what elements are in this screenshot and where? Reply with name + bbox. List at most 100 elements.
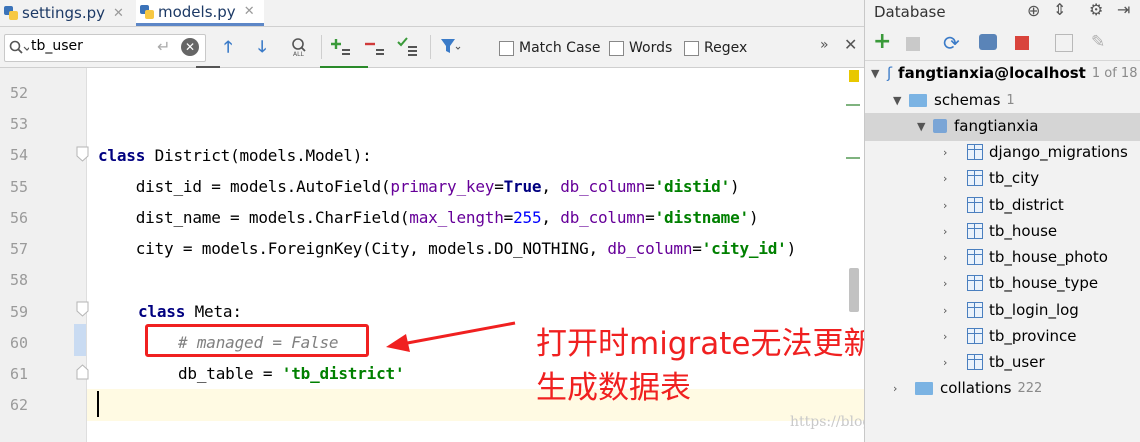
code-text: db_table = — [178, 364, 282, 383]
string-literal: 'distname' — [654, 208, 750, 227]
filter-icon[interactable] — [440, 38, 462, 56]
code-text: ) — [786, 239, 797, 258]
close-tab-icon[interactable]: ✕ — [244, 4, 255, 19]
param-name: db_column — [560, 208, 646, 227]
schemas-label: schemas — [934, 91, 1001, 109]
table-view-icon[interactable] — [1055, 34, 1073, 52]
table-name: tb_district — [989, 196, 1064, 214]
synchronize-schema-icon[interactable] — [979, 34, 997, 50]
clipped-code-fragment — [320, 66, 368, 68]
tree-schema-fangtianxia[interactable]: ▼ fangtianxia — [917, 117, 1039, 135]
table-name: tb_city — [989, 169, 1040, 187]
add-icon[interactable]: + — [873, 29, 891, 54]
table-name: tb_login_log — [989, 301, 1079, 319]
expand-arrow-icon[interactable]: › — [893, 382, 905, 395]
tree-schemas[interactable]: ▼ schemas 1 — [893, 91, 1015, 109]
clear-search-icon[interactable]: ✕ — [181, 38, 199, 56]
tree-table[interactable]: › tb_house — [943, 222, 1057, 240]
schemas-count: 1 — [1006, 92, 1015, 108]
remove-selection-icon[interactable] — [364, 37, 386, 57]
find-all-icon[interactable]: ALL — [290, 37, 310, 57]
line-number: 54 — [9, 146, 28, 164]
tree-collations[interactable]: › collations 222 — [893, 379, 1042, 397]
checkbox-box[interactable] — [499, 40, 514, 56]
stop-icon[interactable] — [1015, 36, 1029, 50]
code-text: = — [494, 177, 504, 196]
regex-label: Regex — [704, 40, 748, 56]
code-line-54: class District(models.Model): — [98, 146, 372, 165]
match-case-checkbox[interactable]: Match Case — [499, 40, 600, 56]
previous-occurrence-icon[interactable]: 🡑 — [224, 36, 232, 63]
refresh-icon[interactable]: ⟳ — [943, 31, 960, 55]
tree-table[interactable]: › tb_province — [943, 327, 1076, 345]
annotation-arrow — [386, 321, 516, 352]
tree-table[interactable]: › tb_district — [943, 196, 1064, 214]
regex-checkbox[interactable]: Regex — [684, 40, 747, 56]
expand-arrow-icon[interactable]: › — [943, 277, 955, 290]
checkbox-box[interactable] — [684, 40, 699, 56]
string-literal: 'tb_district' — [281, 364, 405, 383]
warning-marker[interactable] — [849, 70, 859, 82]
tree-datasource[interactable]: ▼ ʃ fangtianxia@localhost 1 of 18 — [871, 64, 1137, 82]
schema-name: fangtianxia — [954, 117, 1039, 135]
tab-models-py[interactable]: models.py ✕ — [136, 0, 264, 26]
table-icon — [967, 223, 983, 239]
close-find-icon[interactable]: ✕ — [844, 35, 857, 54]
search-input[interactable] — [31, 38, 141, 54]
expand-arrow-icon[interactable]: ▼ — [917, 120, 929, 133]
expand-arrow-icon[interactable]: › — [943, 330, 955, 343]
expand-arrow-icon[interactable]: › — [943, 146, 955, 159]
fold-end-icon[interactable] — [76, 364, 90, 380]
expand-arrow-icon[interactable]: › — [943, 304, 955, 317]
python-file-icon — [140, 4, 154, 19]
tab-settings-py[interactable]: settings.py ✕ — [0, 0, 132, 26]
collations-label: collations — [940, 379, 1012, 397]
scrollbar-thumb[interactable] — [849, 268, 859, 312]
more-options-icon[interactable]: » — [820, 37, 829, 53]
python-file-icon — [4, 6, 18, 20]
gear-icon[interactable]: ⚙ — [1089, 0, 1103, 19]
expand-arrow-icon[interactable]: › — [943, 172, 955, 185]
change-stripe[interactable] — [846, 104, 860, 106]
collapse-icon[interactable]: ⇕ — [1053, 0, 1066, 19]
code-text: ) — [730, 177, 740, 196]
checkbox-box[interactable] — [609, 40, 624, 56]
change-stripe[interactable] — [846, 157, 860, 159]
collations-count: 222 — [1017, 380, 1043, 396]
expand-arrow-icon[interactable]: › — [943, 225, 955, 238]
expand-arrow-icon[interactable]: › — [943, 356, 955, 369]
line-number: 52 — [9, 84, 28, 102]
code-line-55: dist_id = models.AutoField(primary_key=T… — [98, 177, 740, 196]
expand-arrow-icon[interactable]: › — [943, 199, 955, 212]
expand-arrow-icon[interactable]: ▼ — [871, 67, 883, 80]
folder-icon — [915, 381, 933, 395]
code-text: District(models.Model): — [145, 146, 372, 165]
next-occurrence-icon[interactable]: 🡓 — [258, 36, 266, 63]
tree-table[interactable]: › tb_login_log — [943, 301, 1079, 319]
fold-marker-icon[interactable] — [76, 301, 90, 317]
tree-table[interactable]: › tb_house_photo — [943, 248, 1108, 266]
globe-settings-icon[interactable]: ⊕ — [1027, 1, 1040, 20]
hide-panel-icon[interactable]: ⇥ — [1117, 0, 1130, 19]
words-checkbox[interactable]: Words — [609, 40, 672, 56]
add-selection-icon[interactable] — [330, 37, 352, 57]
table-name: tb_province — [989, 327, 1077, 345]
keyword: class — [138, 302, 186, 321]
search-icon[interactable] — [9, 40, 29, 56]
fold-marker-icon[interactable] — [76, 146, 90, 162]
tree-table[interactable]: › django_migrations — [943, 143, 1128, 161]
tree-table[interactable]: › tb_user — [943, 353, 1045, 371]
select-all-occurrences-icon[interactable] — [396, 36, 420, 56]
search-field[interactable]: ↵ ✕ — [4, 34, 206, 62]
expand-arrow-icon[interactable]: ▼ — [893, 94, 905, 107]
expand-arrow-icon[interactable]: › — [943, 251, 955, 264]
tree-table[interactable]: › tb_house_type — [943, 274, 1098, 292]
code-text: city = models.ForeignKey(City, models.DO… — [98, 239, 608, 258]
tab-label: models.py — [158, 2, 236, 21]
code-line-59: class Meta: — [138, 302, 242, 321]
table-name: tb_user — [989, 353, 1045, 371]
tree-table[interactable]: › tb_city — [943, 169, 1039, 187]
duplicate-icon[interactable] — [906, 37, 920, 51]
close-tab-icon[interactable]: ✕ — [113, 6, 124, 21]
edit-icon[interactable]: ✎ — [1091, 32, 1105, 52]
